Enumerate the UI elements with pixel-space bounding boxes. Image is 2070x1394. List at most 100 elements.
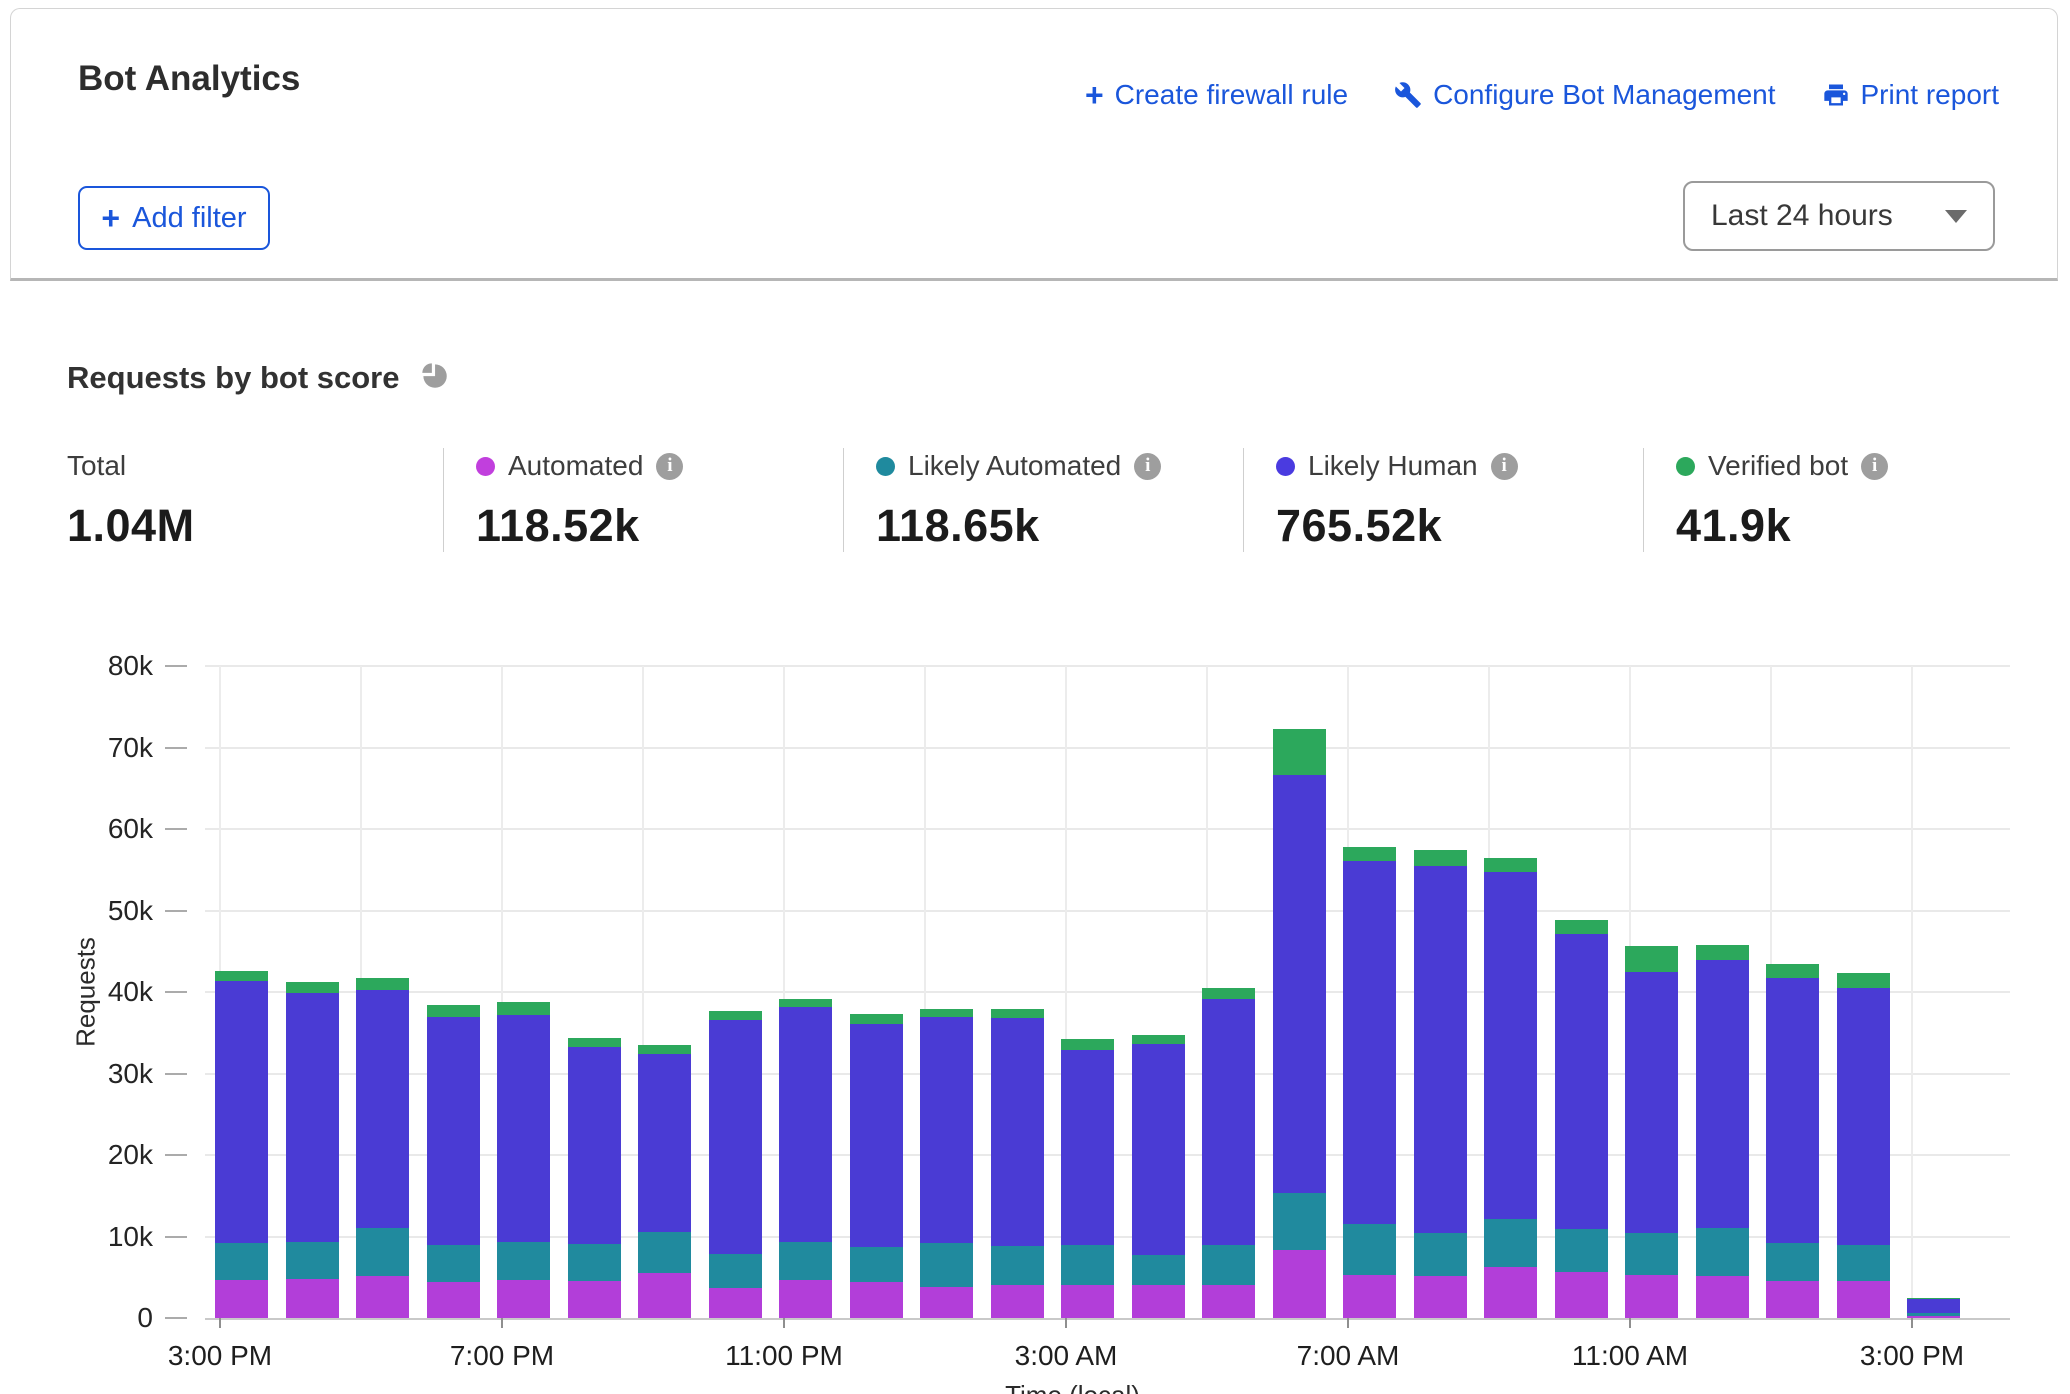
bar-7-00-am[interactable] — [1343, 847, 1396, 1318]
bar-segment-likely-human — [1696, 960, 1749, 1228]
bar-segment-verified-bot — [286, 982, 339, 993]
info-icon[interactable]: i — [1134, 453, 1161, 480]
bar-8-00-am[interactable] — [1414, 850, 1467, 1318]
bar-segment-likely-automated — [1837, 1245, 1890, 1281]
bar-segment-verified-bot — [991, 1009, 1044, 1018]
bar-segment-likely-human — [1907, 1299, 1960, 1313]
add-filter-button[interactable]: + Add filter — [78, 186, 270, 250]
y-tick-label: 70k — [108, 732, 153, 764]
info-icon[interactable]: i — [1861, 453, 1888, 480]
bar-9-00-pm[interactable] — [638, 1045, 691, 1318]
bar-segment-likely-automated — [1625, 1233, 1678, 1275]
bar-4-00-pm[interactable] — [286, 982, 339, 1318]
bar-segment-verified-bot — [920, 1009, 973, 1017]
bar-segment-likely-automated — [1202, 1245, 1255, 1286]
bar-10-00-pm[interactable] — [709, 1011, 762, 1318]
bar-segment-automated — [1273, 1250, 1326, 1318]
bar-segment-likely-human — [1837, 988, 1890, 1245]
bar-segment-verified-bot — [427, 1005, 480, 1017]
x-tick-label: 3:00 AM — [1015, 1340, 1118, 1372]
bar-3-00-pm[interactable] — [1907, 1298, 1960, 1318]
bar-segment-verified-bot — [1484, 858, 1537, 873]
bar-11-00-pm[interactable] — [779, 999, 832, 1318]
bar-5-00-am[interactable] — [1202, 988, 1255, 1318]
x-axis-tick — [1065, 1318, 1067, 1328]
y-axis-tick — [165, 1317, 187, 1319]
bar-4-00-am[interactable] — [1132, 1035, 1185, 1318]
bar-segment-automated — [1696, 1276, 1749, 1318]
bar-7-00-pm[interactable] — [497, 1002, 550, 1318]
x-axis-tick — [1911, 1318, 1913, 1328]
bar-segment-likely-automated — [638, 1232, 691, 1274]
bar-segment-automated — [568, 1281, 621, 1318]
y-axis-tick — [165, 665, 187, 667]
y-axis-tick — [165, 1236, 187, 1238]
bar-segment-automated — [709, 1288, 762, 1318]
x-tick-label: 7:00 PM — [450, 1340, 554, 1372]
y-axis-tick — [165, 910, 187, 912]
stat-label: Total — [67, 450, 126, 482]
bar-1-00-pm[interactable] — [1766, 964, 1819, 1318]
stat-value: 41.9k — [1676, 500, 2023, 552]
info-icon[interactable]: i — [1491, 453, 1518, 480]
bar-segment-likely-automated — [1061, 1245, 1114, 1285]
y-tick-label: 80k — [108, 650, 153, 682]
bar-11-00-am[interactable] — [1625, 946, 1678, 1318]
bar-segment-likely-human — [1625, 972, 1678, 1234]
bar-segment-likely-human — [1202, 999, 1255, 1245]
x-axis-tick — [1347, 1318, 1349, 1328]
time-range-select[interactable]: Last 24 hours — [1683, 181, 1995, 251]
bar-segment-automated — [1343, 1275, 1396, 1318]
bar-segment-likely-human — [215, 981, 268, 1243]
v-gridline — [1911, 666, 1913, 1318]
bar-2-00-am[interactable] — [991, 1009, 1044, 1318]
bar-segment-likely-automated — [1414, 1233, 1467, 1276]
bar-6-00-pm[interactable] — [427, 1005, 480, 1318]
x-axis-title: Time (local) — [1005, 1380, 1140, 1394]
stats-row: Total 1.04M Automated i 118.52k Likely A… — [67, 448, 2043, 552]
bar-segment-likely-automated — [497, 1242, 550, 1279]
bar-2-00-pm[interactable] — [1837, 973, 1890, 1318]
bar-5-00-pm[interactable] — [356, 978, 409, 1318]
bar-segment-verified-bot — [1625, 946, 1678, 971]
bar-segment-likely-automated — [850, 1247, 903, 1282]
bar-1-00-am[interactable] — [920, 1009, 973, 1318]
x-axis-tick — [219, 1318, 221, 1328]
bar-segment-likely-human — [1273, 775, 1326, 1192]
bar-segment-verified-bot — [568, 1038, 621, 1047]
create-firewall-rule-link[interactable]: + Create firewall rule — [1085, 79, 1348, 111]
bar-segment-likely-human — [1132, 1044, 1185, 1255]
configure-bot-management-link[interactable]: Configure Bot Management — [1394, 79, 1775, 111]
stat-label: Likely Human — [1308, 450, 1478, 482]
y-axis-tick — [165, 991, 187, 993]
bar-segment-verified-bot — [497, 1002, 550, 1015]
info-icon[interactable]: i — [656, 453, 683, 480]
time-range-value: Last 24 hours — [1711, 199, 1893, 233]
bar-12-00-pm[interactable] — [1696, 945, 1749, 1318]
bar-12-00-am[interactable] — [850, 1014, 903, 1318]
bar-segment-likely-human — [427, 1017, 480, 1245]
section-title-row: Requests by bot score — [67, 358, 451, 397]
bar-segment-likely-human — [497, 1015, 550, 1242]
likely-human-dot-icon — [1276, 457, 1295, 476]
bar-3-00-am[interactable] — [1061, 1039, 1114, 1318]
bar-3-00-pm[interactable] — [215, 971, 268, 1318]
bar-segment-automated — [1484, 1267, 1537, 1318]
x-axis-tick — [501, 1318, 503, 1328]
bar-10-00-am[interactable] — [1555, 920, 1608, 1318]
y-axis-tick — [165, 1073, 187, 1075]
bar-segment-likely-automated — [1766, 1243, 1819, 1281]
bar-6-00-am[interactable] — [1273, 729, 1326, 1318]
bar-9-00-am[interactable] — [1484, 858, 1537, 1318]
y-axis-tick — [165, 828, 187, 830]
print-report-label: Print report — [1861, 79, 2000, 111]
bar-segment-automated — [427, 1282, 480, 1318]
print-report-link[interactable]: Print report — [1822, 79, 2000, 111]
y-axis-title: Requests — [71, 937, 102, 1047]
bar-segment-likely-automated — [215, 1243, 268, 1280]
bar-segment-automated — [286, 1279, 339, 1318]
bar-8-00-pm[interactable] — [568, 1038, 621, 1318]
printer-icon — [1822, 81, 1850, 109]
x-tick-label: 11:00 PM — [725, 1340, 843, 1372]
bar-segment-likely-automated — [568, 1244, 621, 1281]
